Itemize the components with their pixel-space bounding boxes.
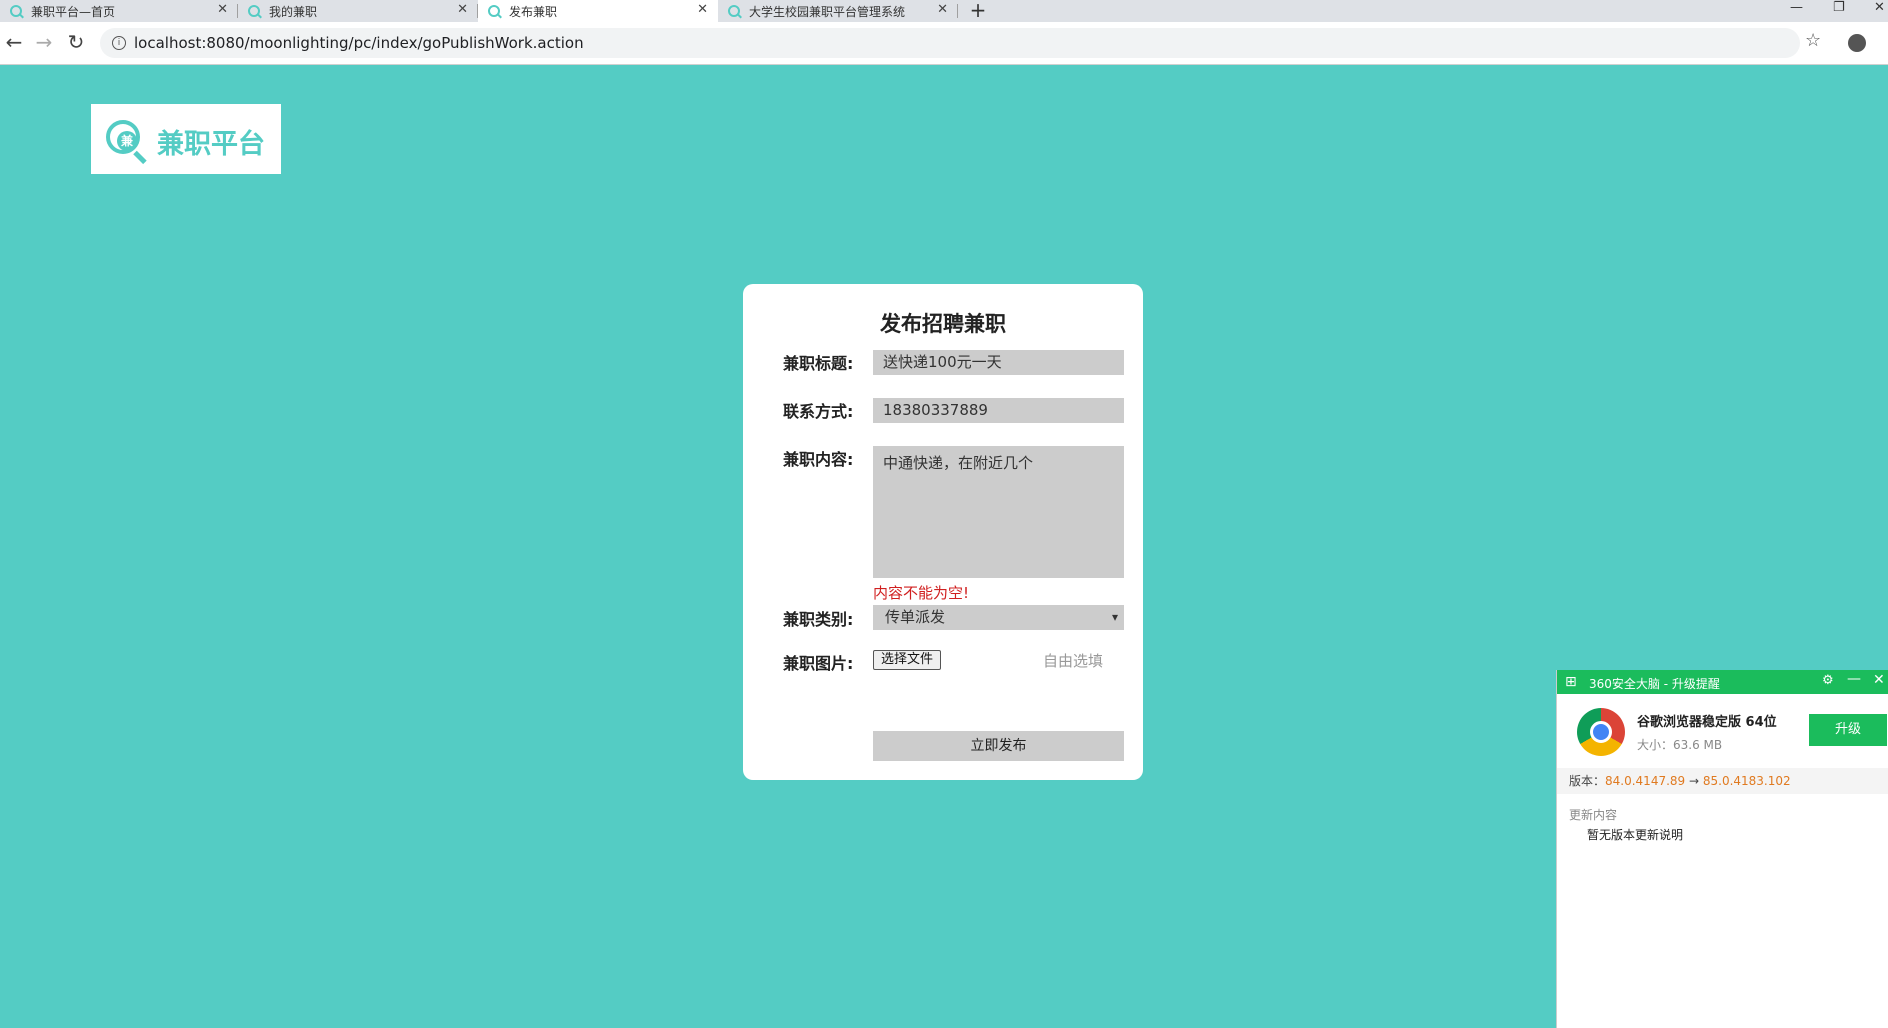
tab-title: 我的兼职 (269, 4, 318, 19)
tab-close-icon[interactable]: ✕ (217, 2, 228, 17)
browser-toolbar: ← → ↻ i localhost:8080/moonlighting/pc/i… (0, 22, 1888, 65)
popup-close-button[interactable]: ✕ (1873, 672, 1885, 688)
site-info-icon[interactable]: i (112, 36, 126, 50)
job-title-label: 兼职标题: (783, 354, 854, 373)
magnifier-logo-icon: 兼 (106, 120, 140, 154)
site-favicon-icon (488, 5, 500, 17)
publish-button[interactable]: 立即发布 (873, 731, 1124, 761)
app-grid-icon: ⊞ (1565, 674, 1577, 690)
job-image-label: 兼职图片: (783, 654, 854, 673)
tab-close-icon[interactable]: ✕ (697, 2, 708, 17)
close-window-button[interactable]: ✕ (1874, 0, 1885, 22)
settings-gear-icon[interactable]: ⚙ (1822, 673, 1834, 688)
minimize-window-button[interactable]: — (1790, 0, 1803, 22)
tab-title: 发布兼职 (509, 4, 558, 19)
tab-close-icon[interactable]: ✕ (937, 2, 948, 17)
chrome-logo-icon (1577, 708, 1625, 756)
magnifier-handle (133, 150, 147, 165)
version-from: 84.0.4147.89 (1605, 774, 1686, 788)
job-category-label: 兼职类别: (783, 610, 854, 629)
optional-hint: 自由选填 (1043, 652, 1104, 670)
version-row: 版本：84.0.4147.89 → 85.0.4183.102 (1557, 768, 1888, 794)
tab-close-icon[interactable]: ✕ (457, 2, 468, 17)
tab-publish-job[interactable]: 发布兼职 ✕ (478, 0, 718, 22)
reload-button[interactable]: ↻ (64, 30, 88, 54)
site-favicon-icon (728, 5, 740, 17)
profile-avatar-icon[interactable] (1848, 34, 1866, 52)
url-text[interactable]: localhost:8080/moonlighting/pc/index/goP… (134, 34, 584, 52)
site-logo[interactable]: 兼 兼职平台 (91, 104, 281, 174)
browser-tab-bar: 兼职平台—首页 ✕ 我的兼职 ✕ 发布兼职 ✕ 大学生校园兼职平台管理系统 ✕ … (0, 0, 1888, 22)
upgrade-button[interactable]: 升级 (1809, 714, 1887, 746)
site-favicon-icon (10, 5, 22, 17)
job-content-label: 兼职内容: (783, 450, 854, 469)
job-title-input[interactable]: 送快递100元一天 (873, 350, 1124, 375)
tab-home[interactable]: 兼职平台—首页 ✕ (0, 0, 238, 22)
address-bar[interactable]: i localhost:8080/moonlighting/pc/index/g… (100, 28, 1800, 58)
popup-minimize-button[interactable]: — (1847, 671, 1861, 687)
popup-header: ⊞ 360安全大脑 - 升级提醒 ⚙ — ✕ (1557, 670, 1888, 694)
tab-my-jobs[interactable]: 我的兼职 ✕ (238, 0, 478, 22)
contact-input[interactable]: 18380337889 (873, 398, 1124, 423)
product-size: 大小：63.6 MB (1637, 738, 1723, 752)
choose-file-button[interactable]: 选择文件 (873, 650, 941, 670)
new-tab-button[interactable]: + (964, 0, 992, 22)
popup-title: 360安全大脑 - 升级提醒 (1589, 677, 1720, 691)
logo-glyph: 兼 (117, 131, 137, 151)
forward-button[interactable]: → (32, 30, 56, 54)
publish-job-form: 发布招聘兼职 兼职标题: 送快递100元一天 联系方式: 18380337889… (743, 284, 1143, 780)
restore-window-button[interactable]: ❐ (1833, 0, 1845, 22)
site-favicon-icon (248, 5, 260, 17)
version-label: 版本： (1569, 774, 1606, 788)
tab-separator (957, 4, 958, 18)
job-category-select[interactable]: 传单派发 ▾ (873, 605, 1124, 630)
contact-label: 联系方式: (783, 402, 854, 421)
back-button[interactable]: ← (2, 30, 26, 54)
tab-title: 兼职平台—首页 (31, 4, 116, 19)
release-notes-text: 暂无版本更新说明 (1587, 828, 1684, 842)
update-reminder-popup: ⊞ 360安全大脑 - 升级提醒 ⚙ — ✕ 谷歌浏览器稳定版 64位 大小：6… (1556, 670, 1888, 1028)
job-content-textarea[interactable]: 中通快递，在附近几个 (873, 446, 1124, 578)
form-title: 发布招聘兼职 (880, 312, 1006, 336)
content-error-message: 内容不能为空! (873, 584, 970, 602)
release-notes-header: 更新内容 (1569, 808, 1618, 822)
version-arrow: → (1685, 774, 1703, 788)
chevron-down-icon: ▾ (1111, 610, 1118, 624)
tab-admin-system[interactable]: 大学生校园兼职平台管理系统 ✕ (718, 0, 958, 22)
logo-text: 兼职平台 (157, 129, 265, 160)
version-to: 85.0.4183.102 (1702, 774, 1791, 788)
tab-title: 大学生校园兼职平台管理系统 (749, 4, 906, 19)
selected-category: 传单派发 (885, 608, 946, 626)
bookmark-star-icon[interactable]: ☆ (1805, 30, 1821, 51)
product-name: 谷歌浏览器稳定版 64位 (1637, 715, 1777, 730)
